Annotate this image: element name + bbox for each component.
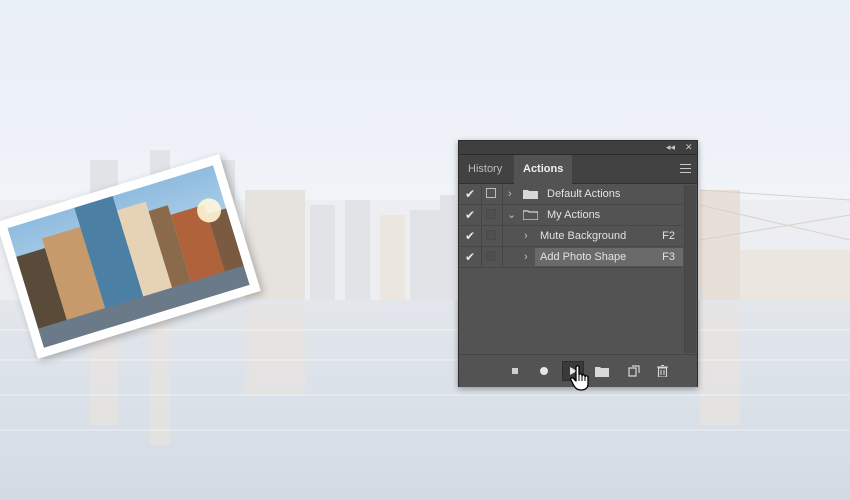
tab-history[interactable]: History [459,155,511,183]
toggle-check-icon[interactable]: ✔ [459,184,482,204]
action-add-photo-shape[interactable]: ✔ › Add Photo Shape F3 [459,247,683,268]
record-icon[interactable] [533,361,555,381]
panel-titlebar: ◂◂ ✕ [459,141,697,155]
close-icon[interactable]: ✕ [685,141,693,154]
dialog-empty-icon [486,209,496,219]
delete-icon[interactable] [651,361,673,381]
dialog-toggle[interactable] [482,226,503,246]
toggle-check-icon[interactable]: ✔ [459,205,482,225]
new-set-icon[interactable] [591,361,613,381]
action-set-my-actions[interactable]: ✔ ⌄ My Actions [459,205,683,226]
action-label: Mute Background [540,230,627,242]
dialog-toggle[interactable] [482,247,503,267]
chevron-right-icon[interactable]: › [524,226,528,246]
toggle-check-icon[interactable]: ✔ [459,247,482,267]
chevron-right-icon[interactable]: › [508,184,512,204]
list-scrollbar[interactable] [684,185,696,353]
folder-icon [523,190,538,199]
dialog-icon [486,188,496,198]
action-set-default-actions[interactable]: ✔ › Default Actions [459,184,683,205]
actions-panel: ◂◂ ✕ History Actions ✔ › Default Actions… [458,140,698,387]
dialog-toggle[interactable] [482,205,503,225]
action-set-label: Default Actions [547,188,621,200]
shortcut-key: F2 [662,230,675,242]
hand-cursor-icon [570,365,589,391]
dialog-toggle[interactable] [482,184,503,204]
tab-actions[interactable]: Actions [514,155,573,184]
action-label: Add Photo Shape [540,251,627,263]
chevron-down-icon[interactable]: ⌄ [507,205,516,225]
toggle-check-icon[interactable]: ✔ [459,226,482,246]
shortcut-key: F3 [662,251,675,263]
panel-menu-icon[interactable] [680,164,691,173]
dialog-empty-icon [486,230,496,240]
stop-icon[interactable] [504,361,526,381]
chevron-right-icon[interactable]: › [524,247,528,267]
action-mute-background[interactable]: ✔ › Mute Background F2 [459,226,683,247]
actions-list: ✔ › Default Actions ✔ ⌄ My Actions ✔ › M… [459,184,683,268]
dialog-empty-icon [486,251,496,261]
new-action-icon[interactable] [623,361,645,381]
collapse-icon[interactable]: ◂◂ [666,141,675,154]
panel-tabs: History Actions [459,155,697,184]
action-set-label: My Actions [547,209,601,221]
folder-open-icon [523,210,538,220]
